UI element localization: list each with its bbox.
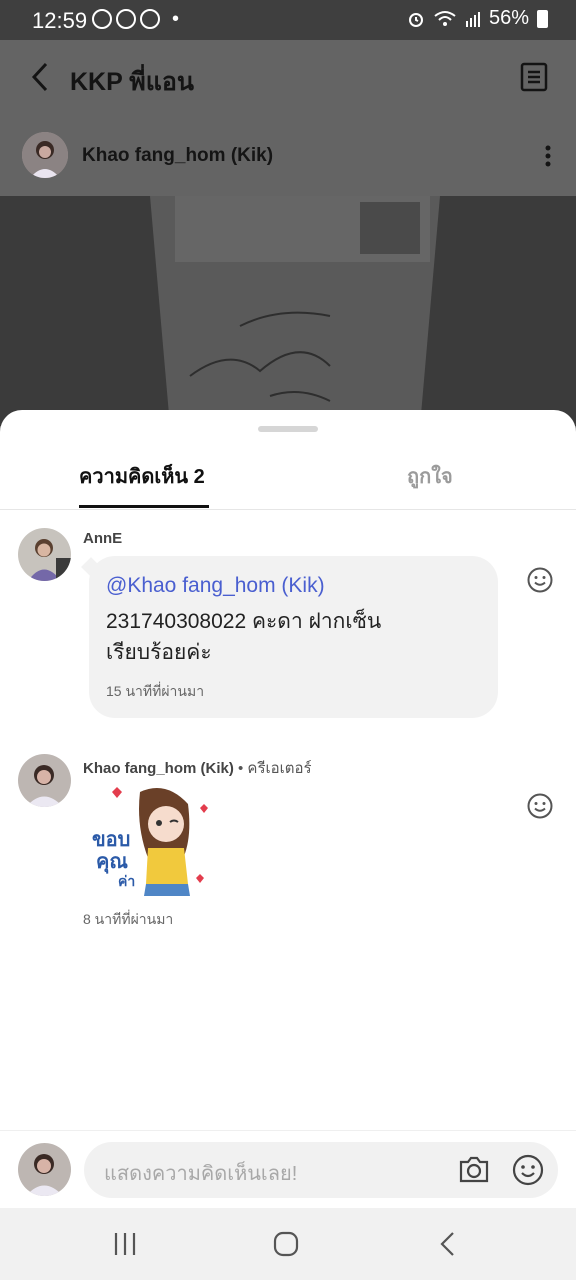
battery-percent: 56% [488,7,529,29]
comment-author-line: Khao fang_hom (Kik) • ครีเอเตอร์ [83,756,312,780]
tab-comments[interactable]: ความคิดเห็น 2 [79,460,205,492]
post-photo[interactable] [0,196,576,426]
comment-input[interactable]: แสดงความคิดเห็นเลย! [84,1142,558,1198]
post-author-bar[interactable]: Khao fang_hom (Kik) [0,116,576,196]
tab-indicator [79,505,209,508]
system-nav-bar [0,1208,576,1280]
sheet-handle[interactable] [258,426,318,432]
document-icon[interactable] [520,62,548,92]
avatar[interactable] [22,132,68,178]
home-icon[interactable] [272,1230,300,1258]
chat-notification-icon [92,9,112,29]
status-dot: • [172,8,180,30]
camera-icon[interactable] [458,1154,490,1184]
battery-icon [537,9,548,28]
comment-text: 231740308022 คะดา ฝากเซ็น [106,610,382,633]
sticker-text: คุณ [96,849,128,874]
status-right: 56% [407,7,548,30]
status-time: 12:59 [32,8,88,33]
comment-author[interactable]: Khao fang_hom (Kik) [83,760,234,777]
avatar[interactable] [18,754,71,807]
mention-link[interactable]: @Khao fang_hom (Kik) [106,574,325,598]
tab-likes[interactable]: ถูกใจ [407,460,453,492]
tab-bar: ความคิดเห็น 2 ถูกใจ [0,446,576,510]
alarm-icon [408,12,423,27]
comment-composer: แสดงความคิดเห็นเลย! [0,1130,576,1208]
nav-back-icon[interactable] [434,1230,462,1258]
smiley-icon[interactable] [512,1154,544,1186]
sticker-text: ค่า [118,874,135,890]
avatar[interactable] [18,528,71,581]
notification-icons [92,9,160,29]
header: KKP พี่แอน [0,40,576,116]
comments-sheet: ความคิดเห็น 2 ถูกใจ AnnE @Khao fang_hom … [0,410,576,1208]
signal-icon [465,11,480,27]
page-title: KKP พี่แอน [70,68,194,96]
more-icon[interactable] [538,144,558,168]
comment-time: 8 นาทีที่ผ่านมา [83,911,174,927]
app-notification-icon [140,9,160,29]
sticker-image[interactable]: ขอบ คุณ ค่า [88,786,218,898]
status-bar: 12:59 • 56% [0,0,576,40]
author-name[interactable]: Khao fang_hom (Kik) [82,145,273,167]
smiley-icon[interactable] [527,793,553,819]
back-icon[interactable] [28,60,56,94]
recent-apps-icon[interactable] [111,1230,139,1258]
smiley-icon[interactable] [527,567,553,593]
sticker-text: ขอบ [92,827,130,851]
wifi-icon [434,10,456,26]
comment-time: 15 นาทีที่ผ่านมา [106,683,205,699]
creator-badge: • ครีเอเตอร์ [238,760,312,777]
comment-input-placeholder[interactable]: แสดงความคิดเห็นเลย! [104,1157,297,1189]
comment-text: เรียบร้อยค่ะ [106,641,212,664]
avatar [18,1143,71,1196]
comment-author[interactable]: AnnE [83,530,122,547]
app-notification-icon [116,9,136,29]
